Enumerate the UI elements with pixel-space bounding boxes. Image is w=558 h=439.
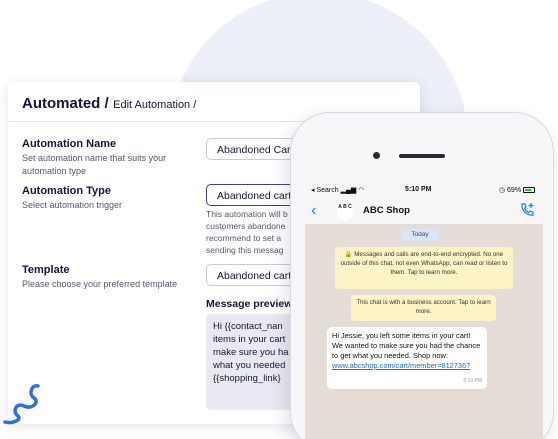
automation-type-title: Automation Type	[22, 185, 112, 197]
status-search-text: ◂ Search	[311, 187, 339, 194]
message-time: 5:10 PM	[463, 378, 482, 384]
status-back-label: ◂ Search ▂▄▆ ◠	[311, 186, 364, 194]
status-time: 5:10 PM	[405, 186, 432, 193]
day-divider: Today	[401, 229, 439, 241]
status-bar: ◂ Search ▂▄▆ ◠ 5:10 PM ◷ 69%	[305, 183, 543, 197]
phone-camera	[373, 152, 380, 159]
message-text: Hi Jessie, you left some items in your c…	[332, 331, 481, 360]
template-description: Please choose your preferred template	[22, 279, 178, 289]
battery-percent: 69%	[507, 187, 522, 194]
battery-icon	[523, 187, 535, 193]
breadcrumb-edit-automation: Edit Automation /	[113, 99, 197, 111]
phone-mockup: ◂ Search ▂▄▆ ◠ 5:10 PM ◷ 69% ‹ A B C ABC…	[290, 112, 554, 439]
alarm-icon: ◷	[498, 187, 506, 194]
encryption-notice-text: Messages and calls are end-to-end encryp…	[340, 251, 508, 276]
wifi-icon: ◠	[358, 187, 365, 194]
whatsapp-screen: ◂ Search ▂▄▆ ◠ 5:10 PM ◷ 69% ‹ A B C ABC…	[305, 183, 543, 439]
template-title: Template	[22, 264, 70, 276]
lock-icon: 🔒	[344, 251, 353, 258]
automation-name-title: Automation Name	[22, 138, 117, 150]
message-preview-title: Message preview:	[206, 298, 296, 310]
automation-type-description: Select automation trigger	[22, 200, 123, 210]
message-bubble: Hi Jessie, you left some items in your c…	[327, 327, 487, 389]
cart-link[interactable]: www.abcshop.com/cart/member=812736?	[332, 361, 470, 370]
business-account-notice[interactable]: This chat is with a business account. Ta…	[351, 295, 496, 321]
blue-squiggle-decoration	[3, 384, 40, 425]
chat-header: ‹ A B C ABC Shop	[305, 197, 543, 225]
encryption-notice[interactable]: 🔒 Messages and calls are end-to-end encr…	[335, 247, 513, 289]
phone-speaker	[399, 154, 445, 158]
shop-avatar[interactable]: A B C	[337, 201, 353, 221]
automation-name-description: Set automation name that suits your auto…	[22, 153, 167, 176]
back-chevron-icon[interactable]: ‹	[311, 202, 327, 220]
shop-name[interactable]: ABC Shop	[363, 205, 410, 216]
signal-icon: ▂▄▆	[340, 187, 357, 194]
add-call-icon[interactable]	[519, 202, 535, 218]
breadcrumb-automated[interactable]: Automated /	[22, 95, 109, 112]
status-right: ◷ 69%	[499, 186, 535, 194]
